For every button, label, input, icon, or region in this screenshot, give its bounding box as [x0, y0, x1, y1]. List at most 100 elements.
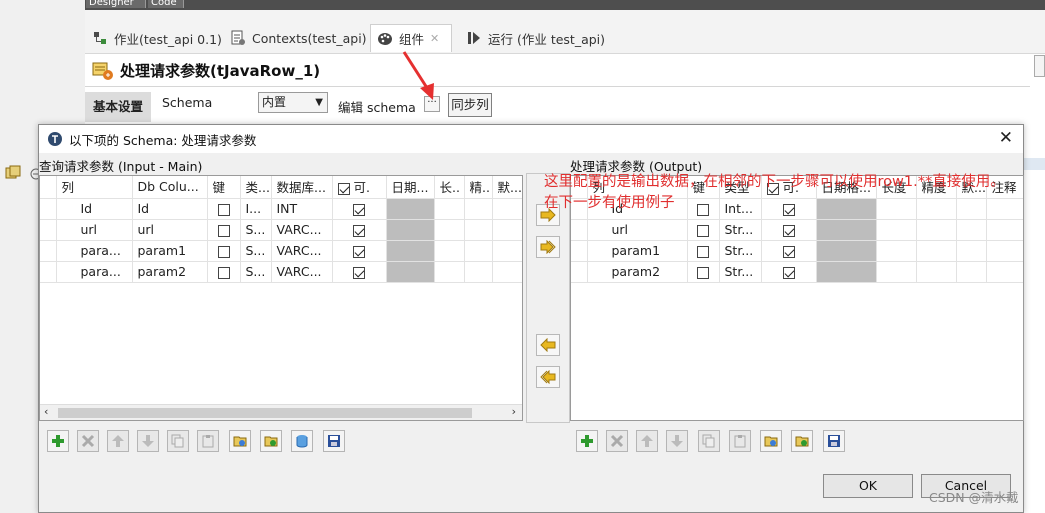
add-column-button[interactable] — [576, 430, 598, 452]
col-header-precision[interactable]: 精.. — [464, 176, 493, 199]
nullable-checkbox[interactable] — [353, 203, 365, 216]
paste-button[interactable] — [197, 430, 219, 452]
code-tab[interactable]: Code — [148, 0, 184, 8]
key-checkbox[interactable] — [697, 224, 709, 237]
tab-contexts[interactable]: Contexts(test_api) — [224, 24, 373, 52]
nullable-checkbox[interactable] — [353, 245, 365, 258]
type-cell[interactable]: Str... — [719, 261, 762, 283]
nullable-all-checkbox[interactable] — [337, 182, 350, 195]
table-row[interactable]: para... param2 S... VARC... — [40, 261, 522, 283]
export-schema-button[interactable] — [791, 430, 813, 452]
column-name-cell[interactable]: url — [587, 219, 688, 241]
table-row[interactable]: para... param1 S... VARC... — [40, 240, 522, 262]
col-header-db-column[interactable]: Db Colu... — [132, 176, 208, 199]
nullable-checkbox[interactable] — [782, 266, 795, 279]
col-header-key[interactable]: 键 — [207, 176, 241, 199]
table-row[interactable]: Id Id I... INT — [40, 198, 522, 220]
table-row[interactable]: param1 Str... — [571, 240, 1023, 262]
import-schema-button[interactable] — [760, 430, 782, 452]
key-checkbox[interactable] — [217, 245, 230, 258]
table-row[interactable]: url Str... — [571, 219, 1023, 241]
copy-button[interactable] — [167, 430, 189, 452]
table-row[interactable]: param2 Str... — [571, 261, 1023, 283]
table-row[interactable]: url url S... VARC... — [40, 219, 522, 241]
date-pattern-cell — [816, 240, 877, 262]
db-type-cell[interactable]: VARC... — [271, 261, 333, 283]
nullable-checkbox[interactable] — [782, 224, 795, 237]
dialog-title: 以下项的 Schema: 处理请求参数 — [69, 132, 257, 148]
delete-x-icon — [610, 434, 624, 448]
sync-columns-button[interactable]: 同步列 — [448, 93, 492, 117]
column-name-cell[interactable]: param1 — [587, 240, 688, 262]
add-column-button[interactable] — [47, 430, 69, 452]
col-header-column[interactable]: 列 — [56, 176, 133, 199]
scrollbar-thumb[interactable] — [58, 408, 472, 418]
move-up-button[interactable] — [636, 430, 658, 452]
nullable-checkbox[interactable] — [782, 245, 795, 258]
db-type-cell[interactable]: VARC... — [271, 219, 333, 241]
nullable-checkbox[interactable] — [353, 266, 365, 279]
basic-settings-tab[interactable]: 基本设置 — [85, 92, 151, 122]
key-checkbox[interactable] — [217, 224, 230, 237]
column-name-cell[interactable]: para... — [56, 261, 133, 283]
copy-button[interactable] — [698, 430, 720, 452]
type-cell[interactable]: S... — [240, 261, 272, 283]
col-header-date-pattern[interactable]: 日期... — [386, 176, 435, 199]
reset-db-types-button[interactable] — [291, 430, 313, 452]
tab-job-label: 作业(test_api 0.1) — [114, 31, 222, 47]
col-header-default[interactable]: 默... — [492, 176, 522, 199]
db-column-cell[interactable]: param1 — [132, 240, 208, 262]
column-name-cell[interactable]: param2 — [587, 261, 688, 283]
move-down-button[interactable] — [137, 430, 159, 452]
move-up-button[interactable] — [107, 430, 129, 452]
type-cell[interactable]: Str... — [719, 240, 762, 262]
type-cell[interactable]: I... — [240, 198, 272, 220]
key-checkbox[interactable] — [697, 266, 709, 279]
horizontal-scrollbar[interactable]: ‹ › — [40, 404, 522, 420]
col-header-db-type[interactable]: 数据库... — [271, 176, 333, 199]
paste-button[interactable] — [729, 430, 751, 452]
copy-selected-to-input-button[interactable] — [536, 334, 560, 356]
column-name-cell[interactable]: Id — [56, 198, 133, 220]
remove-column-button[interactable] — [606, 430, 628, 452]
db-column-cell[interactable]: param2 — [132, 261, 208, 283]
column-name-cell[interactable]: url — [56, 219, 133, 241]
col-header-length[interactable]: 长.. — [434, 176, 465, 199]
key-checkbox[interactable] — [697, 245, 709, 258]
db-type-cell[interactable]: INT — [271, 198, 333, 220]
type-cell[interactable]: Str... — [719, 219, 762, 241]
scroll-right-icon[interactable]: › — [512, 405, 516, 418]
col-header-type[interactable]: 类... — [240, 176, 272, 199]
db-type-cell[interactable]: VARC... — [271, 240, 333, 262]
view-menu-button[interactable] — [1034, 55, 1045, 77]
remove-column-button[interactable] — [77, 430, 99, 452]
db-column-cell[interactable]: Id — [132, 198, 208, 220]
column-name-cell[interactable]: para... — [56, 240, 133, 262]
save-icon — [327, 434, 341, 448]
tab-run[interactable]: 运行 (作业 test_api) — [460, 24, 611, 52]
ok-button[interactable]: OK — [823, 474, 913, 498]
copy-all-to-output-button[interactable] — [536, 236, 560, 258]
save-schema-button[interactable] — [823, 430, 845, 452]
save-schema-button[interactable] — [323, 430, 345, 452]
designer-tab[interactable]: Designer — [86, 0, 146, 8]
close-icon[interactable]: ✕ — [999, 128, 1013, 148]
schema-select[interactable]: 内置 ▼ — [258, 92, 328, 113]
key-checkbox[interactable] — [217, 203, 230, 216]
type-cell[interactable]: S... — [240, 240, 272, 262]
export-icon — [264, 434, 278, 448]
key-checkbox[interactable] — [217, 266, 230, 279]
type-cell[interactable]: S... — [240, 219, 272, 241]
input-schema-table[interactable]: 列 Db Colu... 键 类... 数据库... 可. 日期... 长.. … — [39, 175, 523, 421]
col-header-nullable[interactable]: 可. — [332, 176, 387, 199]
db-column-cell[interactable]: url — [132, 219, 208, 241]
tab-job[interactable]: 作业(test_api 0.1) — [86, 24, 228, 52]
import-schema-button[interactable] — [229, 430, 251, 452]
copy-all-to-input-button[interactable] — [536, 366, 560, 388]
arrow-left-icon — [540, 337, 556, 353]
tab-close-icon[interactable]: ✕ — [430, 32, 439, 45]
export-schema-button[interactable] — [260, 430, 282, 452]
scroll-left-icon[interactable]: ‹ — [44, 405, 48, 418]
move-down-button[interactable] — [666, 430, 688, 452]
nullable-checkbox[interactable] — [353, 224, 365, 237]
